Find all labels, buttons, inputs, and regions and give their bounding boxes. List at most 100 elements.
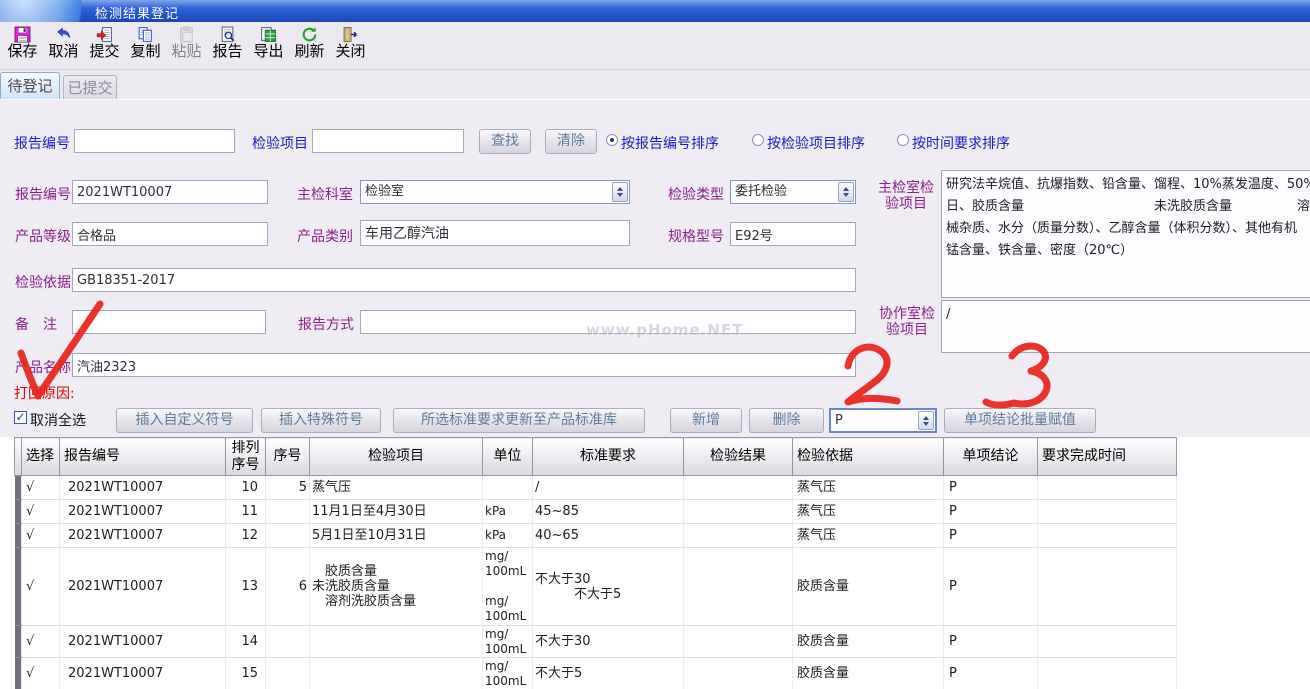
report-no-search-input[interactable] <box>74 129 235 153</box>
dropdown-spinner-icon[interactable] <box>838 182 854 202</box>
insert-special-symbol-button[interactable]: 插入特殊符号 <box>261 408 381 433</box>
basis-field[interactable] <box>72 268 856 292</box>
cell-report-no: 2021WT10007 <box>60 524 226 548</box>
cell-select[interactable]: √ <box>22 524 60 548</box>
submit-button[interactable]: 提交 <box>84 25 125 67</box>
results-table-body: √2021WT10007105蒸气压/蒸气压P√2021WT100071111月… <box>15 476 1177 689</box>
cell-sort-no: 11 <box>226 500 266 524</box>
header-sort-no[interactable]: 排列 序号 <box>226 438 266 476</box>
header-corner <box>15 438 22 476</box>
remark-field[interactable] <box>72 310 266 334</box>
window-title: 检测结果登记 <box>95 3 179 22</box>
test-type-select[interactable]: 委托检验 <box>730 180 856 204</box>
header-test-item[interactable]: 检验项目 <box>310 438 483 476</box>
cell-unit: kPa <box>483 500 533 524</box>
cell-due-time <box>1038 548 1177 626</box>
header-select[interactable]: 选择 <box>22 438 60 476</box>
cell-unit: mg/ 100mL <box>483 658 533 689</box>
header-unit[interactable]: 单位 <box>483 438 533 476</box>
tab-pending[interactable]: 待登记 <box>0 72 60 100</box>
cell-report-no: 2021WT10007 <box>60 626 226 658</box>
cell-select[interactable]: √ <box>22 658 60 689</box>
conclusion-select[interactable]: P <box>829 408 937 433</box>
update-standard-button[interactable]: 所选标准要求更新至产品标准库 <box>393 408 645 433</box>
app-logo-icon <box>0 0 94 22</box>
header-seq-no[interactable]: 序号 <box>266 438 310 476</box>
cell-sort-no: 12 <box>226 524 266 548</box>
refresh-button[interactable]: 刷新 <box>289 25 330 67</box>
cell-report-no: 2021WT10007 <box>60 658 226 689</box>
row-gutter[interactable] <box>15 524 22 548</box>
radio-sort-by-report-no[interactable] <box>606 134 618 146</box>
row-gutter[interactable] <box>15 658 22 689</box>
header-due-time[interactable]: 要求完成时间 <box>1038 438 1177 476</box>
coop-items-label: 协作室检 验项目 <box>877 306 937 338</box>
cell-conclusion: P <box>944 658 1038 689</box>
row-gutter[interactable] <box>15 476 22 500</box>
cell-select[interactable]: √ <box>22 548 60 626</box>
uncheck-all-checkbox[interactable]: ✓ <box>14 411 27 424</box>
tab-bar: 待登记 已提交 <box>0 70 1310 100</box>
header-conclusion[interactable]: 单项结论 <box>944 438 1038 476</box>
product-name-label: 产品名称 <box>15 357 71 377</box>
category-label: 产品类别 <box>297 226 353 246</box>
category-field[interactable] <box>360 220 630 246</box>
row-gutter[interactable] <box>15 626 22 658</box>
cell-report-no: 2021WT10007 <box>60 548 226 626</box>
delete-button[interactable]: 删除 <box>749 408 824 433</box>
cell-select[interactable]: √ <box>22 476 60 500</box>
main-dept-select[interactable]: 检验室 <box>360 180 630 204</box>
cell-select[interactable]: √ <box>22 626 60 658</box>
find-button[interactable]: 查找 <box>479 129 531 154</box>
cell-select[interactable]: √ <box>22 500 60 524</box>
header-standard[interactable]: 标准要求 <box>533 438 684 476</box>
copy-button[interactable]: 复制 <box>125 25 166 67</box>
cell-basis: 蒸气压 <box>793 524 944 548</box>
cell-result <box>684 548 793 626</box>
coop-items-textarea[interactable]: / <box>941 300 1310 353</box>
export-button[interactable]: 导出 <box>248 25 289 67</box>
report-no-field[interactable] <box>72 180 268 204</box>
dropdown-spinner-icon[interactable] <box>918 411 934 430</box>
test-item-search-input[interactable] <box>312 129 464 153</box>
radio-sort-by-time[interactable] <box>897 134 909 146</box>
undo-button[interactable]: 取消 <box>43 25 84 67</box>
dropdown-spinner-icon[interactable] <box>612 182 628 202</box>
close-button[interactable]: 关闭 <box>330 25 371 67</box>
cell-unit: kPa <box>483 524 533 548</box>
spec-field[interactable] <box>730 222 856 246</box>
report-button[interactable]: 报告 <box>207 25 248 67</box>
header-result[interactable]: 检验结果 <box>684 438 793 476</box>
return-reason-label: 打回原因: <box>14 383 75 403</box>
radio-sort-by-time-label[interactable]: 按时间要求排序 <box>912 133 1010 153</box>
header-basis[interactable]: 检验依据 <box>793 438 944 476</box>
insert-custom-symbol-button[interactable]: 插入自定义符号 <box>116 408 253 433</box>
row-gutter[interactable] <box>15 548 22 626</box>
header-report-no[interactable]: 报告编号 <box>60 438 226 476</box>
cell-standard: 40~65 <box>533 524 684 548</box>
table-row: √2021WT1000715mg/ 100mL不大于5胶质含量P <box>15 658 1177 689</box>
cell-standard: 不大于30 不大于5 <box>533 548 684 626</box>
main-items-label: 主检室检 验项目 <box>875 180 937 212</box>
add-button[interactable]: 新增 <box>670 408 742 433</box>
radio-sort-by-report-no-label[interactable]: 按报告编号排序 <box>621 133 719 153</box>
main-items-textarea[interactable]: 研究法辛烷值、抗爆指数、铅含量、馏程、10%蒸发温度、50%蒸 日、胶质含量 未… <box>941 170 1310 298</box>
row-gutter[interactable] <box>15 500 22 524</box>
cell-standard: 45~85 <box>533 500 684 524</box>
grade-field[interactable] <box>72 222 268 246</box>
tab-submitted[interactable]: 已提交 <box>63 75 117 100</box>
radio-sort-by-item[interactable] <box>752 134 764 146</box>
uncheck-all-label[interactable]: 取消全选 <box>30 410 86 430</box>
report-icon <box>219 25 236 43</box>
batch-assign-button[interactable]: 单项结论批量赋值 <box>944 408 1096 433</box>
cell-sort-no: 14 <box>226 626 266 658</box>
product-name-field[interactable] <box>72 353 856 377</box>
cell-basis: 蒸气压 <box>793 476 944 500</box>
table-header-row: 选择 报告编号 排列 序号 序号 检验项目 单位 标准要求 检验结果 检验依据 … <box>15 438 1177 476</box>
cell-standard: 不大于30 <box>533 626 684 658</box>
table-row: √2021WT10007125月1日至10月31日kPa40~65蒸气压P <box>15 524 1177 548</box>
clear-button[interactable]: 清除 <box>545 129 597 154</box>
radio-sort-by-item-label[interactable]: 按检验项目排序 <box>767 133 865 153</box>
save-button[interactable]: 保存 <box>2 25 43 67</box>
cell-test-item <box>310 626 483 658</box>
